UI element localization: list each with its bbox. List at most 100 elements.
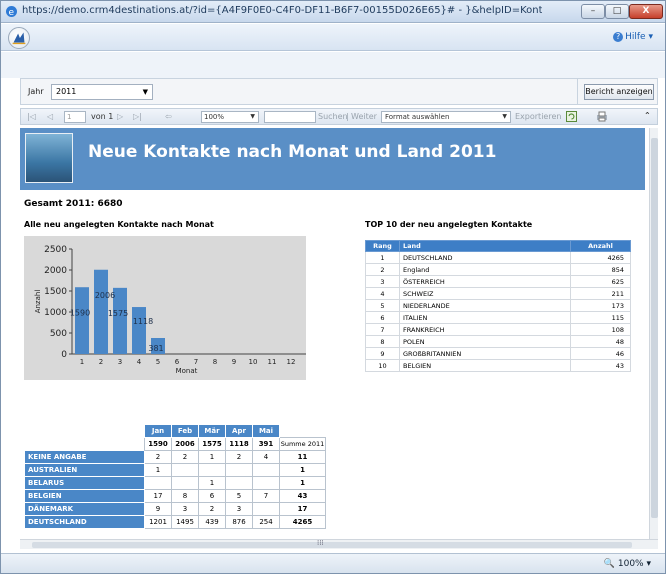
month-value: 6 <box>198 489 226 503</box>
top10-heading: TOP 10 der neu angelegten Kontakte <box>365 220 533 229</box>
month-value: 1201 <box>144 515 172 529</box>
month-header: Jan <box>144 424 172 438</box>
month-value: 7 <box>252 489 280 503</box>
print-icon[interactable] <box>596 111 608 122</box>
status-zoom[interactable]: 🔍 100% ▾ <box>604 559 651 569</box>
ie-toolbar: ? Hilfe ▾ <box>1 24 665 51</box>
export-button[interactable]: Exportieren <box>515 112 561 121</box>
data-label: 2006 <box>95 291 115 300</box>
zoom-select[interactable]: 100% ▼ <box>201 111 259 123</box>
back-button[interactable]: ⇦ <box>165 112 172 121</box>
month-value: 1495 <box>171 515 199 529</box>
x-tick-label: 11 <box>268 358 277 366</box>
month-value: 254 <box>252 515 280 529</box>
month-value <box>144 476 172 490</box>
find-button[interactable]: Suchen <box>318 112 348 121</box>
month-value: 8 <box>171 489 199 503</box>
month-header: Apr <box>225 424 253 438</box>
month-value: 17 <box>144 489 172 503</box>
country-cell: ITALIEN <box>399 311 571 324</box>
table-row: 4 SCHWEIZ 211 <box>365 287 631 300</box>
x-tick-label: 12 <box>287 358 296 366</box>
prev-page-button[interactable]: ◁ <box>47 112 53 121</box>
month-value: 2 <box>171 450 199 464</box>
data-label: 1118 <box>133 317 153 326</box>
country-cell: POLEN <box>399 335 571 348</box>
maximize-button[interactable]: □ <box>605 4 629 19</box>
year-select[interactable]: 2011 ▼ <box>51 84 153 100</box>
app-logo-icon[interactable] <box>8 27 30 49</box>
top10-rows: 1 DEUTSCHLAND 4265 2 England 854 3 ÖSTERREICH 62… <box>365 251 631 372</box>
month-value: 1 <box>144 463 172 477</box>
collapse-toolbar-button[interactable]: ⌃ <box>644 111 651 120</box>
refresh-icon[interactable] <box>566 111 577 122</box>
row-sum: 4265 <box>279 515 326 529</box>
rank-cell: 10 <box>365 359 400 372</box>
rank-cell: 2 <box>365 263 400 276</box>
y-axis-label: Anzahl <box>34 290 42 314</box>
country-label: AUSTRALIEN <box>24 463 145 477</box>
table-row: 7 FRANKREICH 108 <box>365 323 631 336</box>
count-cell: 46 <box>570 347 631 360</box>
row-sum: 1 <box>279 463 326 477</box>
month-value <box>225 476 253 490</box>
page-count: von 1 <box>91 112 114 121</box>
table-row: KEINE ANGABE 2 2 1 2 4 11 <box>24 450 326 464</box>
rank-cell: 6 <box>365 311 400 324</box>
help-menu[interactable]: ? Hilfe ▾ <box>613 32 653 42</box>
y-tick-label: 1500 <box>44 287 67 297</box>
find-next-button[interactable]: Weiter <box>351 112 377 121</box>
chevron-down-icon: ▼ <box>502 113 507 120</box>
x-tick-label: 4 <box>137 358 142 366</box>
rank-cell: 7 <box>365 323 400 336</box>
month-total: 1575 <box>198 437 226 451</box>
horizontal-scroll-thumb[interactable]: ⁞⁞⁞ <box>32 539 632 548</box>
close-button[interactable]: X <box>629 4 663 19</box>
count-cell: 854 <box>570 263 631 276</box>
vertical-scroll-thumb[interactable] <box>651 138 658 518</box>
sum-header: Summe 2011 <box>279 437 326 451</box>
month-value <box>171 476 199 490</box>
count-cell: 173 <box>570 299 631 312</box>
find-input[interactable] <box>264 111 316 123</box>
chevron-down-icon: ▼ <box>250 113 255 120</box>
page-number-input[interactable]: 1 <box>64 111 86 123</box>
row-sum: 1 <box>279 476 326 490</box>
month-total: 2006 <box>171 437 199 451</box>
status-bar: 🔍 100% ▾ <box>1 553 665 573</box>
month-value: 876 <box>225 515 253 529</box>
parameter-bar: Jahr 2011 ▼ Bericht anzeigen <box>20 78 658 105</box>
count-cell: 108 <box>570 323 631 336</box>
vertical-scrollbar[interactable] <box>649 128 658 539</box>
table-row: 1590 2006 1575 1118 391 Summe 2011 <box>24 437 326 451</box>
export-format-select[interactable]: Format auswählen ▼ <box>381 111 511 123</box>
first-page-button[interactable]: |◁ <box>27 112 36 121</box>
x-tick-label: 5 <box>156 358 160 366</box>
row-sum: 17 <box>279 502 326 516</box>
minimize-button[interactable]: – <box>581 4 605 19</box>
country-label: BELGIEN <box>24 489 145 503</box>
month-header: Mai <box>252 424 280 438</box>
window-title: https://demo.crm4destinations.at/?id={A4… <box>22 5 542 16</box>
x-tick-label: 3 <box>118 358 122 366</box>
last-page-button[interactable]: ▷| <box>133 112 142 121</box>
count-cell: 211 <box>570 287 631 300</box>
month-total: 1590 <box>144 437 172 451</box>
help-icon: ? <box>613 32 624 42</box>
month-value: 1 <box>198 450 226 464</box>
rank-cell: 3 <box>365 275 400 288</box>
next-page-button[interactable]: ▷ <box>117 112 123 121</box>
report-title: Neue Kontakte nach Monat und Land 2011 <box>88 142 497 162</box>
bar <box>132 307 146 354</box>
row-sum: 11 <box>279 450 326 464</box>
title-bar: e https://demo.crm4destinations.at/?id={… <box>1 1 665 23</box>
month-value: 9 <box>144 502 172 516</box>
country-label: BELARUS <box>24 476 145 490</box>
run-report-button[interactable]: Bericht anzeigen <box>584 84 654 100</box>
table-row: DÄNEMARK 9 3 2 3 17 <box>24 502 326 516</box>
count-cell: 115 <box>570 311 631 324</box>
table-row: 1 DEUTSCHLAND 4265 <box>365 251 631 264</box>
data-label: 381 <box>148 344 163 353</box>
horizontal-scrollbar[interactable]: ⁞⁞⁞ <box>20 539 658 549</box>
month-total: 1118 <box>225 437 253 451</box>
